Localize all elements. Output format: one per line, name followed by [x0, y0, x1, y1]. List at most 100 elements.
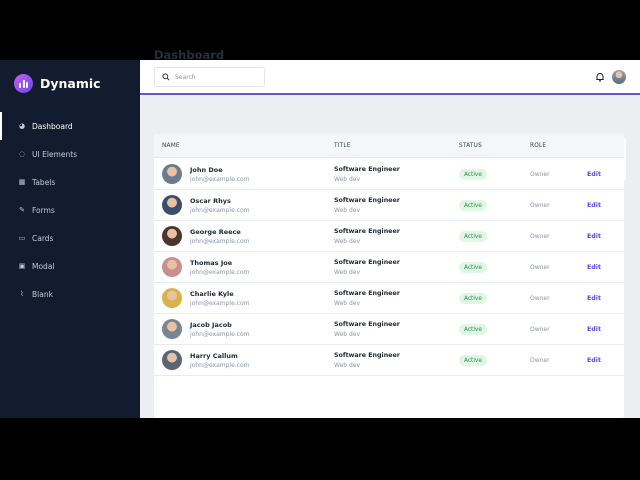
avatar	[162, 350, 182, 370]
sidebar-nav: ◕ Dashboard ◌ UI Elements ▦ Tabels ✎ Forms ▭ Card…	[0, 112, 140, 308]
header-role[interactable]: ROLE	[530, 143, 546, 149]
job-title: Software Engineer	[334, 352, 400, 359]
job-title: Software Engineer	[334, 290, 400, 297]
avatar	[162, 288, 182, 308]
user-avatar[interactable]	[612, 70, 626, 84]
sidebar-item-blank[interactable]: ⌇ Blank	[0, 280, 140, 308]
bell-icon[interactable]	[595, 72, 605, 82]
user-name: Charlie Kyle	[190, 290, 234, 298]
sidebar-item-label: Modal	[32, 261, 55, 271]
table-row[interactable]: Charlie Kyle john@example.com Software Eng…	[154, 283, 624, 314]
avatar	[162, 164, 182, 184]
user-role: Owner	[530, 295, 550, 302]
table-row[interactable]: Harry Callum john@example.com Software Eng…	[154, 345, 624, 376]
grid-icon: ▦	[18, 178, 26, 186]
user-role: Owner	[530, 264, 550, 271]
user-email: john@example.com	[190, 269, 250, 276]
edit-link[interactable]: Edit	[587, 295, 601, 302]
table-row[interactable]: John Doe john@example.com Software Enginee…	[154, 159, 624, 190]
user-name: John Doe	[190, 166, 223, 174]
status-badge: Active	[459, 355, 487, 366]
job-title: Software Engineer	[334, 228, 400, 235]
search-box[interactable]	[154, 67, 265, 87]
brand-name: Dynamic	[40, 76, 101, 91]
edit-link[interactable]: Edit	[587, 233, 601, 240]
user-email: john@example.com	[190, 238, 250, 245]
job-title: Software Engineer	[334, 259, 400, 266]
table-row[interactable]: George Reece john@example.com Software Eng…	[154, 221, 624, 252]
status-badge: Active	[459, 262, 487, 273]
sidebar-item-ui-elements[interactable]: ◌ UI Elements	[0, 140, 140, 168]
status-badge: Active	[459, 200, 487, 211]
department: Web dev	[334, 331, 361, 338]
sidebar-item-label: Dashboard	[32, 121, 73, 131]
sidebar-item-forms[interactable]: ✎ Forms	[0, 196, 140, 224]
edit-link[interactable]: Edit	[587, 202, 601, 209]
department: Web dev	[334, 269, 361, 276]
page-title: Dashboard	[154, 48, 225, 62]
edit-link[interactable]: Edit	[587, 171, 601, 178]
avatar	[162, 226, 182, 246]
user-email: john@example.com	[190, 362, 250, 369]
department: Web dev	[334, 238, 361, 245]
user-role: Owner	[530, 357, 550, 364]
logo-icon	[14, 74, 33, 93]
sidebar-item-label: Tabels	[32, 177, 56, 187]
table-header: NAME TITLE STATUS ROLE	[154, 134, 624, 158]
sidebar: Dynamic ◕ Dashboard ◌ UI Elements ▦ Tabels ✎ Fo…	[0, 60, 140, 418]
top-bar	[140, 60, 640, 95]
users-table: NAME TITLE STATUS ROLE John Doe john@exam…	[154, 134, 624, 418]
edit-link[interactable]: Edit	[587, 357, 601, 364]
edit-icon: ✎	[19, 206, 25, 214]
job-title: Software Engineer	[334, 197, 400, 204]
sidebar-item-modal[interactable]: ▣ Modal	[0, 252, 140, 280]
user-role: Owner	[530, 233, 550, 240]
brand-logo[interactable]: Dynamic	[14, 74, 101, 93]
user-email: john@example.com	[190, 331, 250, 338]
sidebar-item-cards[interactable]: ▭ Cards	[0, 224, 140, 252]
department: Web dev	[334, 207, 361, 214]
search-icon	[162, 73, 170, 81]
header-title[interactable]: TITLE	[334, 143, 351, 149]
sidebar-item-dashboard[interactable]: ◕ Dashboard	[0, 112, 140, 140]
user-name: Harry Callum	[190, 352, 238, 360]
department: Web dev	[334, 176, 361, 183]
edit-link[interactable]: Edit	[587, 326, 601, 333]
job-title: Software Engineer	[334, 321, 400, 328]
sidebar-item-label: Blank	[32, 289, 53, 299]
user-role: Owner	[530, 202, 550, 209]
status-badge: Active	[459, 231, 487, 242]
status-badge: Active	[459, 293, 487, 304]
chart-line-icon: ⌇	[20, 290, 24, 298]
user-email: john@example.com	[190, 207, 250, 214]
user-role: Owner	[530, 171, 550, 178]
user-name: George Reece	[190, 228, 241, 236]
table-row[interactable]: Thomas Joe john@example.com Software Engin…	[154, 252, 624, 283]
user-name: Thomas Joe	[190, 259, 233, 267]
spinner-icon: ◌	[18, 150, 26, 158]
department: Web dev	[334, 362, 361, 369]
avatar	[162, 257, 182, 277]
department: Web dev	[334, 300, 361, 307]
pie-chart-icon: ◕	[18, 122, 26, 130]
user-name: Jacob Jacob	[190, 321, 232, 329]
job-title: Software Engineer	[334, 166, 400, 173]
status-badge: Active	[459, 169, 487, 180]
header-name[interactable]: NAME	[162, 143, 180, 149]
user-role: Owner	[530, 326, 550, 333]
header-status[interactable]: STATUS	[459, 143, 482, 149]
user-name: Oscar Rhys	[190, 197, 231, 205]
database-icon: ▣	[18, 262, 26, 270]
letterbox-bottom	[0, 418, 640, 480]
sidebar-item-tabels[interactable]: ▦ Tabels	[0, 168, 140, 196]
sidebar-item-label: Forms	[32, 205, 55, 215]
avatar	[162, 319, 182, 339]
table-row[interactable]: Jacob Jacob john@example.com Software Engi…	[154, 314, 624, 345]
search-input[interactable]	[175, 73, 260, 81]
user-email: john@example.com	[190, 300, 250, 307]
avatar	[162, 195, 182, 215]
sidebar-item-label: UI Elements	[32, 149, 78, 159]
edit-link[interactable]: Edit	[587, 264, 601, 271]
table-row[interactable]: Oscar Rhys john@example.com Software Engin…	[154, 190, 624, 221]
status-badge: Active	[459, 324, 487, 335]
